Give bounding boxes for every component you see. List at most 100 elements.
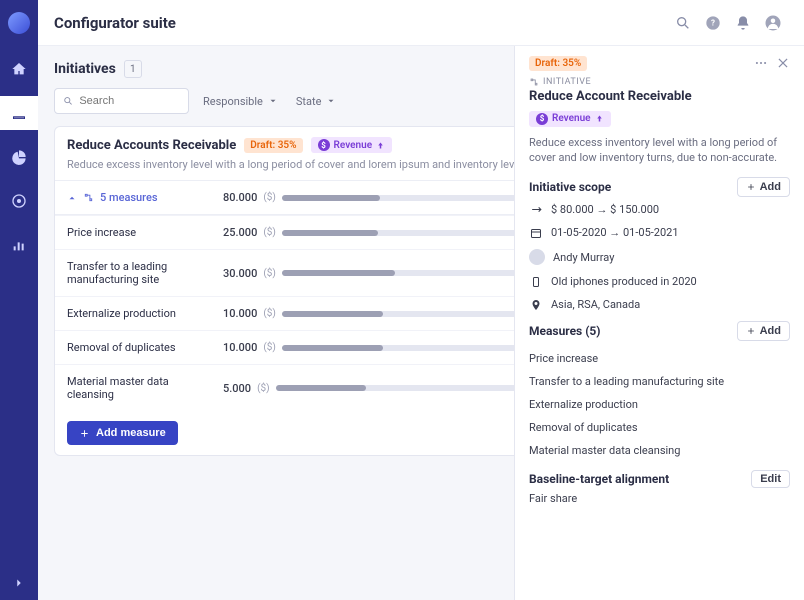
progress-bar [282,345,534,351]
money-range-icon [530,203,543,216]
nav-expand[interactable] [0,566,38,600]
plus-icon [79,428,90,439]
progress-bar [282,230,534,236]
avatar [529,249,545,265]
panel-measure-list: Price increaseTransfer to a leading manu… [529,347,790,462]
device-icon [530,276,542,288]
scope-add-button[interactable]: Add [737,177,790,197]
chevron-up-icon [67,193,77,203]
sidebar [0,0,38,600]
measure-name: Removal of duplicates [67,341,217,354]
progress-bar [282,311,534,317]
filter-state[interactable]: State [292,88,341,114]
panel-revenue-badge: $ Revenue [529,111,611,127]
search-icon [63,95,73,107]
panel-desc: Reduce excess inventory level with a lon… [529,135,790,166]
chevron-down-icon [268,96,278,106]
revenue-badge: $ Revenue [311,137,393,153]
close-icon [776,56,790,70]
responsible-label: Responsible [203,95,263,108]
close-button[interactable] [776,56,790,70]
help-icon: ? [705,15,721,31]
measure-name: Externalize production [67,307,217,320]
arrow-up-icon [595,114,604,123]
panel-measure-item[interactable]: Externalize production [529,393,790,416]
nav-target[interactable] [0,184,38,218]
measure-from: 25.000 [223,226,257,239]
baseline-edit-button[interactable]: Edit [751,470,790,488]
tree-icon [529,77,539,87]
more-icon [754,56,768,70]
bell-icon [735,15,751,31]
nav-chart[interactable] [0,228,38,262]
scope-device: Old iphones produced in 2020 [529,275,790,288]
panel-draft-badge: Draft: 35% [529,56,587,71]
progress-bar [282,195,528,201]
scope-regions: Asia, RSA, Canada [529,298,790,311]
nav-home[interactable] [0,52,38,86]
sum-from: 80.000 [223,191,257,204]
nav-pie[interactable] [0,140,38,174]
panel-title: Reduce Account Receivable [529,89,790,104]
baseline-value: Fair share [529,492,577,505]
progress-bar [282,270,534,276]
tree-icon [83,192,94,203]
baseline-title: Baseline-target alignment [529,472,669,486]
profile-button[interactable] [758,8,788,38]
page-title: Initiatives [54,61,116,77]
search-input[interactable] [79,95,180,107]
scope-owner: Andy Murray [529,249,790,265]
search-icon [675,15,691,31]
measure-from: 10.000 [223,341,257,354]
initiative-title: Reduce Accounts Receivable [67,138,236,153]
topbar: Configurator suite ? [38,0,804,46]
chevron-down-icon [326,96,336,106]
scope-title: Initiative scope [529,180,611,194]
panel-measure-item[interactable]: Transfer to a leading manufacturing site [529,370,790,393]
plus-icon [746,182,756,192]
panel-measure-item[interactable]: Material master data cleansing [529,439,790,462]
dollar-icon: $ [536,113,548,125]
help-button[interactable]: ? [698,8,728,38]
progress-bar [276,385,535,391]
detail-panel: Draft: 35% INITIATIVE Reduce Account Rec… [514,46,804,600]
measure-name: Transfer to a leading manufacturing site [67,260,217,286]
notifications-button[interactable] [728,8,758,38]
draft-badge: Draft: 35% [244,138,302,153]
measures-label: 5 measures [100,191,158,204]
plus-icon [746,326,756,336]
measures-add-button[interactable]: Add [737,321,790,341]
home-icon [11,61,27,77]
add-measure-label: Add measure [96,427,166,439]
revenue-label: Revenue [334,140,373,151]
measures-title: Measures (5) [529,324,601,338]
measure-from: 10.000 [223,307,257,320]
svg-text:?: ? [711,18,715,27]
panel-measure-item[interactable]: Price increase [529,347,790,370]
sum-unit1: ($) [263,192,276,203]
arrow-up-icon [376,141,385,150]
state-label: State [296,95,322,108]
search-button[interactable] [668,8,698,38]
more-button[interactable] [754,56,768,70]
search-input-wrap[interactable] [54,88,189,114]
user-icon [764,14,782,32]
panel-measure-item[interactable]: Removal of duplicates [529,416,790,439]
add-measure-button[interactable]: Add measure [67,421,178,445]
calendar-icon [530,227,542,239]
app-logo [8,12,30,34]
scope-money: $ 80.000 → $ 150.000 [529,203,790,216]
chevron-right-icon [12,576,26,590]
measure-name: Price increase [67,226,217,239]
pie-icon [11,149,27,165]
measure-name: Material master data cleansing [67,375,217,401]
ruler-icon [11,105,27,121]
measure-from: 5.000 [223,382,251,395]
nav-ruler[interactable] [0,96,38,130]
bar-chart-icon [11,237,27,253]
app-title: Configurator suite [54,14,176,32]
scope-dates: 01-05-2020 → 01-05-2021 [529,226,790,239]
breadcrumb: INITIATIVE [529,77,790,87]
measure-from: 30.000 [223,267,257,280]
filter-responsible[interactable]: Responsible [199,88,282,114]
